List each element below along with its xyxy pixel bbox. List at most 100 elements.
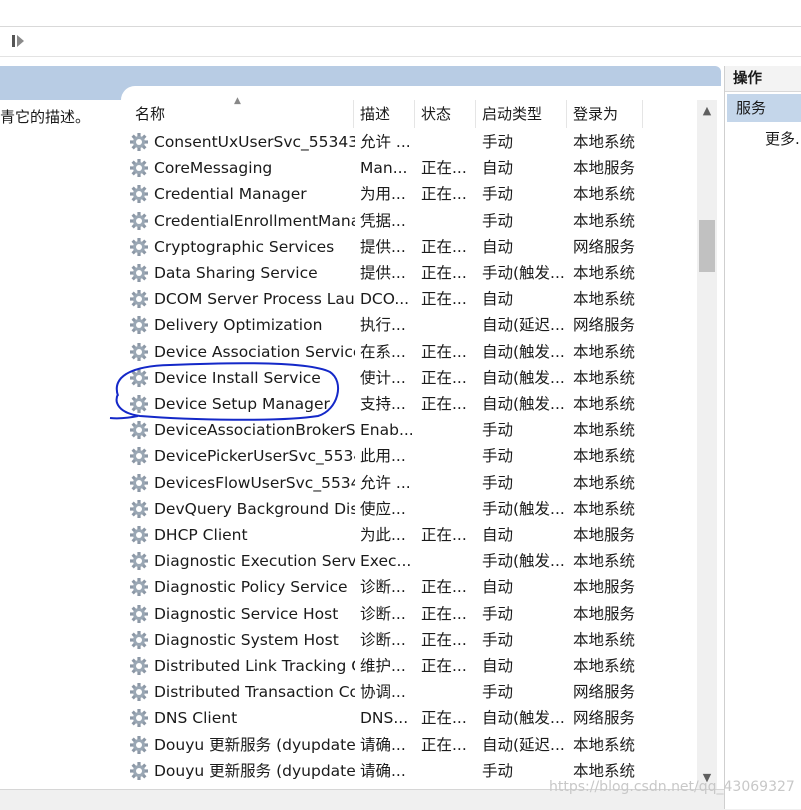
service-description: 执行... bbox=[360, 316, 406, 335]
service-row[interactable]: DevQuery Background Dis... 使应... 手动(触发... 本… bbox=[125, 496, 695, 522]
service-row[interactable]: DCOM Server Process Lau... DCO... 正在... 自动 本… bbox=[125, 286, 695, 312]
service-name: Douyu 更新服务 (dyupdate) bbox=[154, 735, 355, 754]
service-row[interactable]: Diagnostic Execution Service Exec... 手动(触发… bbox=[125, 548, 695, 574]
service-name-cell: CoreMessaging bbox=[129, 155, 355, 181]
service-row[interactable]: Diagnostic System Host 诊断... 正在... 手动 本地系统 bbox=[125, 627, 695, 653]
service-description: 在系... bbox=[360, 342, 406, 361]
service-log-on-as: 网络服务 bbox=[573, 316, 636, 335]
service-description: Man... bbox=[360, 159, 408, 178]
service-log-on-as: 本地服务 bbox=[573, 526, 636, 544]
service-log-on-as: 本地系统 bbox=[573, 342, 636, 361]
service-name: DevicePickerUserSvc_55343 bbox=[154, 447, 355, 466]
column-header-name[interactable]: 名称 bbox=[129, 100, 354, 128]
service-description: 为用... bbox=[360, 185, 406, 204]
service-startup-type: 自动 bbox=[482, 526, 514, 544]
service-status: 正在... bbox=[421, 709, 467, 728]
vertical-scrollbar[interactable]: ▲ ▼ bbox=[697, 100, 717, 789]
service-startup-type: 手动 bbox=[482, 683, 514, 702]
service-row[interactable]: Diagnostic Service Host 诊断... 正在... 手动 本地服务 bbox=[125, 601, 695, 627]
gear-icon bbox=[130, 211, 148, 230]
column-header-status[interactable]: 状态 bbox=[415, 100, 476, 128]
service-row[interactable]: Device Association Service 在系... 正在... 自动(触… bbox=[125, 339, 695, 365]
gear-icon bbox=[130, 526, 148, 544]
service-name-cell: CredentialEnrollmentMana... bbox=[129, 208, 355, 234]
service-name-cell: Delivery Optimization bbox=[129, 312, 355, 338]
service-name: Diagnostic Execution Service bbox=[154, 552, 355, 571]
pause-service-button[interactable] bbox=[12, 33, 32, 49]
service-log-on-as: 本地系统 bbox=[573, 447, 636, 466]
service-description: 允许 ... bbox=[360, 473, 411, 492]
service-status: 正在... bbox=[421, 604, 467, 623]
column-header-log-on-as[interactable]: 登录为 bbox=[567, 100, 643, 128]
service-log-on-as: 网络服务 bbox=[573, 709, 636, 728]
chevron-up-icon[interactable]: ▲ bbox=[697, 100, 717, 122]
service-row[interactable]: CredentialEnrollmentMana... 凭据... 手动 本地系统 bbox=[125, 208, 695, 234]
gear-icon bbox=[130, 761, 148, 780]
gear-icon bbox=[130, 316, 148, 335]
service-description: 协调... bbox=[360, 683, 406, 702]
gear-icon bbox=[130, 604, 148, 623]
gear-icon bbox=[130, 447, 148, 466]
toolbar bbox=[0, 0, 801, 66]
watermark: https://blog.csdn.net/qq_43069327 bbox=[549, 779, 795, 795]
divider bbox=[0, 26, 801, 27]
service-status: 正在... bbox=[421, 578, 467, 597]
service-name-cell: Distributed Transaction Co... bbox=[129, 679, 355, 705]
service-log-on-as: 本地服务 bbox=[573, 159, 636, 178]
service-description: 允许 ... bbox=[360, 133, 411, 151]
service-row[interactable]: Delivery Optimization 执行... 自动(延迟... 网络服务 bbox=[125, 312, 695, 338]
service-name-cell: Cryptographic Services bbox=[129, 234, 355, 260]
service-row[interactable]: DHCP Client 为此... 正在... 自动 本地服务 bbox=[125, 522, 695, 548]
service-name: Douyu 更新服务 (dyupdate... bbox=[154, 761, 355, 780]
service-row[interactable]: Distributed Link Tracking C... 维护... 正在...… bbox=[125, 653, 695, 679]
service-startup-type: 自动(触发... bbox=[482, 709, 565, 728]
service-name-cell: Diagnostic Service Host bbox=[129, 601, 355, 627]
service-row[interactable]: ConsentUxUserSvc_55343 允许 ... 手动 本地系统 bbox=[125, 129, 695, 155]
actions-section-services[interactable]: 服务 bbox=[727, 94, 801, 122]
service-row[interactable]: DNS Client DNS... 正在... 自动(触发... 网络服务 bbox=[125, 705, 695, 731]
service-status: 正在... bbox=[421, 264, 467, 282]
gear-icon bbox=[130, 552, 148, 571]
service-row[interactable]: Douyu 更新服务 (dyupdate) 请确... 正在... 自动(延迟... 本… bbox=[125, 732, 695, 758]
service-name-cell: Device Association Service bbox=[129, 339, 355, 365]
service-row[interactable]: Cryptographic Services 提供... 正在... 自动 网络服务 bbox=[125, 234, 695, 260]
service-name-cell: Douyu 更新服务 (dyupdate... bbox=[129, 758, 355, 784]
service-name: Credential Manager bbox=[154, 185, 307, 204]
service-row[interactable]: DevicePickerUserSvc_55343 此用... 手动 本地系统 bbox=[125, 443, 695, 469]
actions-panel: 操作 服务 更多... bbox=[724, 66, 801, 809]
service-log-on-as: 本地服务 bbox=[573, 578, 636, 597]
service-status: 正在... bbox=[421, 630, 467, 649]
service-startup-type: 手动 bbox=[482, 630, 514, 649]
service-row[interactable]: Device Setup Manager 支持... 正在... 自动(触发... 本地… bbox=[125, 391, 695, 417]
service-row[interactable]: Diagnostic Policy Service 诊断... 正在... 自动 本地服… bbox=[125, 574, 695, 600]
service-row[interactable]: Data Sharing Service 提供... 正在... 手动(触发... 本地… bbox=[125, 260, 695, 286]
service-log-on-as: 本地系统 bbox=[573, 630, 636, 649]
service-name-cell: Device Install Service bbox=[129, 365, 355, 391]
service-row[interactable]: Distributed Transaction Co... 协调... 手动 网络服务 bbox=[125, 679, 695, 705]
service-name-cell: DeviceAssociationBrokerSv... bbox=[129, 417, 355, 443]
service-log-on-as: 本地系统 bbox=[573, 368, 636, 387]
actions-title: 操作 bbox=[725, 66, 801, 92]
service-row[interactable]: Device Install Service 使计... 正在... 自动(触发...… bbox=[125, 365, 695, 391]
gear-icon bbox=[130, 159, 148, 178]
service-name-cell: DCOM Server Process Lau... bbox=[129, 286, 355, 312]
service-row[interactable]: Credential Manager 为用... 正在... 手动 本地系统 bbox=[125, 181, 695, 207]
service-row[interactable]: DeviceAssociationBrokerSv... Enab... 手动 本地系… bbox=[125, 417, 695, 443]
service-description: 使应... bbox=[360, 499, 406, 518]
service-name: DCOM Server Process Lau... bbox=[154, 290, 355, 309]
gear-icon bbox=[130, 133, 148, 151]
service-description: 诊断... bbox=[360, 578, 406, 597]
service-name: Data Sharing Service bbox=[154, 264, 318, 282]
description-panel: 青它的描述。 bbox=[0, 66, 122, 809]
service-name-cell: Credential Manager bbox=[129, 181, 355, 207]
service-startup-type: 自动(延迟... bbox=[482, 735, 565, 754]
column-header-startup-type[interactable]: 启动类型 bbox=[476, 100, 567, 128]
service-name-cell: ConsentUxUserSvc_55343 bbox=[129, 129, 355, 155]
scrollbar-thumb[interactable] bbox=[699, 220, 715, 272]
service-name: Distributed Transaction Co... bbox=[154, 683, 355, 702]
service-name: Distributed Link Tracking C... bbox=[154, 657, 355, 675]
column-header-description[interactable]: 描述 bbox=[354, 100, 415, 128]
service-row[interactable]: CoreMessaging Man... 正在... 自动 本地服务 bbox=[125, 155, 695, 181]
more-actions-link[interactable]: 更多... bbox=[765, 126, 801, 152]
service-row[interactable]: DevicesFlowUserSvc_55343 允许 ... 手动 本地系统 bbox=[125, 470, 695, 496]
